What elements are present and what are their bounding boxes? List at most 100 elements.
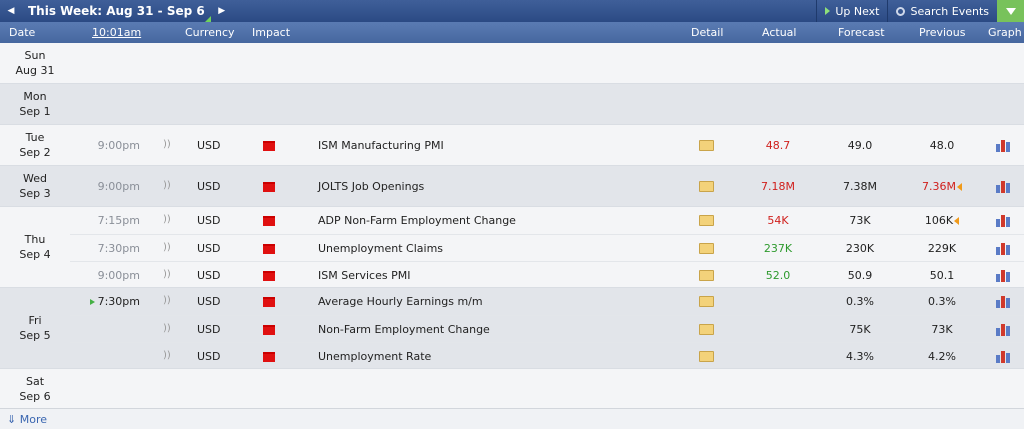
col-detail: Detail xyxy=(691,26,724,39)
event-row[interactable]: 7:30pm)) USD Average Hourly Earnings m/m 0.… xyxy=(70,288,1024,315)
event-actual: 54K xyxy=(767,214,789,227)
event-time: 7:15pm xyxy=(97,214,140,227)
event-forecast: 50.9 xyxy=(847,269,873,282)
day-date: Sep 1 xyxy=(19,105,51,118)
day-name: Sat xyxy=(25,375,45,388)
event-title[interactable]: Unemployment Claims xyxy=(318,242,443,255)
graph-icon[interactable] xyxy=(996,242,1011,255)
next-week-arrow[interactable]: ▶ xyxy=(211,0,233,22)
event-forecast: 0.3% xyxy=(846,295,874,308)
day-date-cell: Tue Sep 2 xyxy=(0,125,70,165)
graph-icon[interactable] xyxy=(996,139,1011,152)
event-currency: USD xyxy=(197,139,221,152)
event-forecast: 4.3% xyxy=(846,350,874,363)
event-title[interactable]: Non-Farm Employment Change xyxy=(318,323,490,336)
detail-folder-icon[interactable] xyxy=(699,181,714,192)
event-title[interactable]: JOLTS Job Openings xyxy=(318,180,424,193)
detail-folder-icon[interactable] xyxy=(699,324,714,335)
sound-icon[interactable]: )) xyxy=(163,139,171,150)
event-previous: 7.36M xyxy=(907,180,977,193)
detail-folder-icon[interactable] xyxy=(699,215,714,226)
event-row[interactable]: 9:00pm)) USD ISM Manufacturing PMI 48.7 49.0… xyxy=(70,132,1024,159)
event-previous: 4.2% xyxy=(928,350,956,363)
event-currency: USD xyxy=(197,269,221,282)
event-title[interactable]: Average Hourly Earnings m/m xyxy=(318,295,483,308)
graph-icon[interactable] xyxy=(996,269,1011,282)
sound-icon[interactable]: )) xyxy=(163,295,171,306)
more-arrow-icon: ⇓ xyxy=(7,413,17,426)
search-events-button[interactable]: Search Events xyxy=(887,0,997,22)
day-name: Thu xyxy=(24,233,46,246)
event-title[interactable]: ADP Non-Farm Employment Change xyxy=(318,214,516,227)
event-row[interactable]: 7:15pm)) USD ADP Non-Farm Employment Chang… xyxy=(70,207,1024,234)
sound-icon[interactable]: )) xyxy=(163,180,171,191)
day-date: Sep 4 xyxy=(19,248,51,261)
search-events-label: Search Events xyxy=(910,4,989,18)
filter-icon xyxy=(1005,7,1016,15)
more-link[interactable]: ⇓ More xyxy=(0,408,1024,429)
event-forecast: 49.0 xyxy=(847,139,873,152)
graph-icon[interactable] xyxy=(996,180,1011,193)
prev-week-arrow[interactable]: ◀ xyxy=(0,0,22,22)
column-header: Date 10:01am Currency Impact Detail Actu… xyxy=(0,22,1024,43)
detail-folder-icon[interactable] xyxy=(699,270,714,281)
high-impact-icon xyxy=(263,271,275,281)
sound-icon[interactable]: )) xyxy=(163,214,171,225)
graph-icon[interactable] xyxy=(996,323,1011,336)
day-date: Sep 5 xyxy=(19,329,51,342)
detail-folder-icon[interactable] xyxy=(699,351,714,362)
day-date-cell: Sat Sep 6 xyxy=(0,369,70,409)
day-name: Sun xyxy=(24,49,46,62)
day-date-cell: Mon Sep 1 xyxy=(0,84,70,124)
event-row[interactable]: 9:00pm)) USD ISM Services PMI 52.0 50.9 50.1 xyxy=(70,261,1024,288)
high-impact-icon xyxy=(263,182,275,192)
sound-icon[interactable]: )) xyxy=(163,269,171,280)
graph-icon[interactable] xyxy=(996,295,1011,308)
detail-folder-icon[interactable] xyxy=(699,140,714,151)
event-currency: USD xyxy=(197,323,221,336)
event-time: 9:00pm xyxy=(97,269,140,282)
event-forecast: 230K xyxy=(845,242,875,255)
day-row: Thu Sep 4 7:15pm)) USD ADP Non-Farm Employme… xyxy=(0,207,1024,288)
high-impact-icon xyxy=(263,141,275,151)
event-time: 7:30pm xyxy=(70,295,140,308)
event-previous: 73K xyxy=(931,323,953,336)
event-forecast: 7.38M xyxy=(843,180,877,193)
day-date-cell: Wed Sep 3 xyxy=(0,166,70,206)
detail-folder-icon[interactable] xyxy=(699,296,714,307)
week-label: This Week: Aug 31 - Sep 6 xyxy=(28,4,205,18)
event-currency: USD xyxy=(197,180,221,193)
sound-icon[interactable]: )) xyxy=(163,242,171,253)
event-time: 9:00pm xyxy=(97,180,140,193)
sound-icon[interactable]: )) xyxy=(163,323,171,334)
graph-icon[interactable] xyxy=(996,214,1011,227)
up-next-button[interactable]: Up Next xyxy=(816,0,887,22)
col-previous: Previous xyxy=(919,26,966,39)
event-row[interactable]: 7:30pm)) USD Unemployment Claims 237K 230K 22… xyxy=(70,234,1024,261)
day-name: Mon xyxy=(23,90,47,103)
week-selector[interactable]: This Week: Aug 31 - Sep 6 xyxy=(22,0,211,22)
event-title[interactable]: ISM Manufacturing PMI xyxy=(318,139,444,152)
detail-folder-icon[interactable] xyxy=(699,243,714,254)
play-icon xyxy=(825,7,831,15)
event-previous: 50.1 xyxy=(929,269,955,282)
day-row: Sun Aug 31 xyxy=(0,43,1024,84)
col-time[interactable]: 10:01am xyxy=(92,26,141,39)
event-forecast: 75K xyxy=(849,323,871,336)
event-title[interactable]: Unemployment Rate xyxy=(318,350,431,363)
col-forecast: Forecast xyxy=(838,26,885,39)
revised-flag-icon xyxy=(954,217,960,225)
graph-icon[interactable] xyxy=(996,350,1011,363)
more-label: More xyxy=(19,413,47,426)
event-row[interactable]: )) USD Unemployment Rate 4.3% 4.2% xyxy=(70,342,1024,369)
filter-button[interactable] xyxy=(997,0,1024,22)
day-row: Fri Sep 5 7:30pm)) USD Average Hourly Earnin… xyxy=(0,288,1024,369)
sound-icon[interactable]: )) xyxy=(163,350,171,361)
event-currency: USD xyxy=(197,350,221,363)
event-title[interactable]: ISM Services PMI xyxy=(318,269,410,282)
col-impact: Impact xyxy=(252,26,291,39)
event-previous: 106K xyxy=(907,214,977,227)
event-row[interactable]: )) USD Non-Farm Employment Change 75K 73K xyxy=(70,315,1024,342)
calendar-table: Sun Aug 31 Mon Sep 1 Tue Sep 2 9:00pm)) USD ISM … xyxy=(0,43,1024,410)
event-row[interactable]: 9:00pm)) USD JOLTS Job Openings 7.18M 7.38M 7… xyxy=(70,173,1024,200)
